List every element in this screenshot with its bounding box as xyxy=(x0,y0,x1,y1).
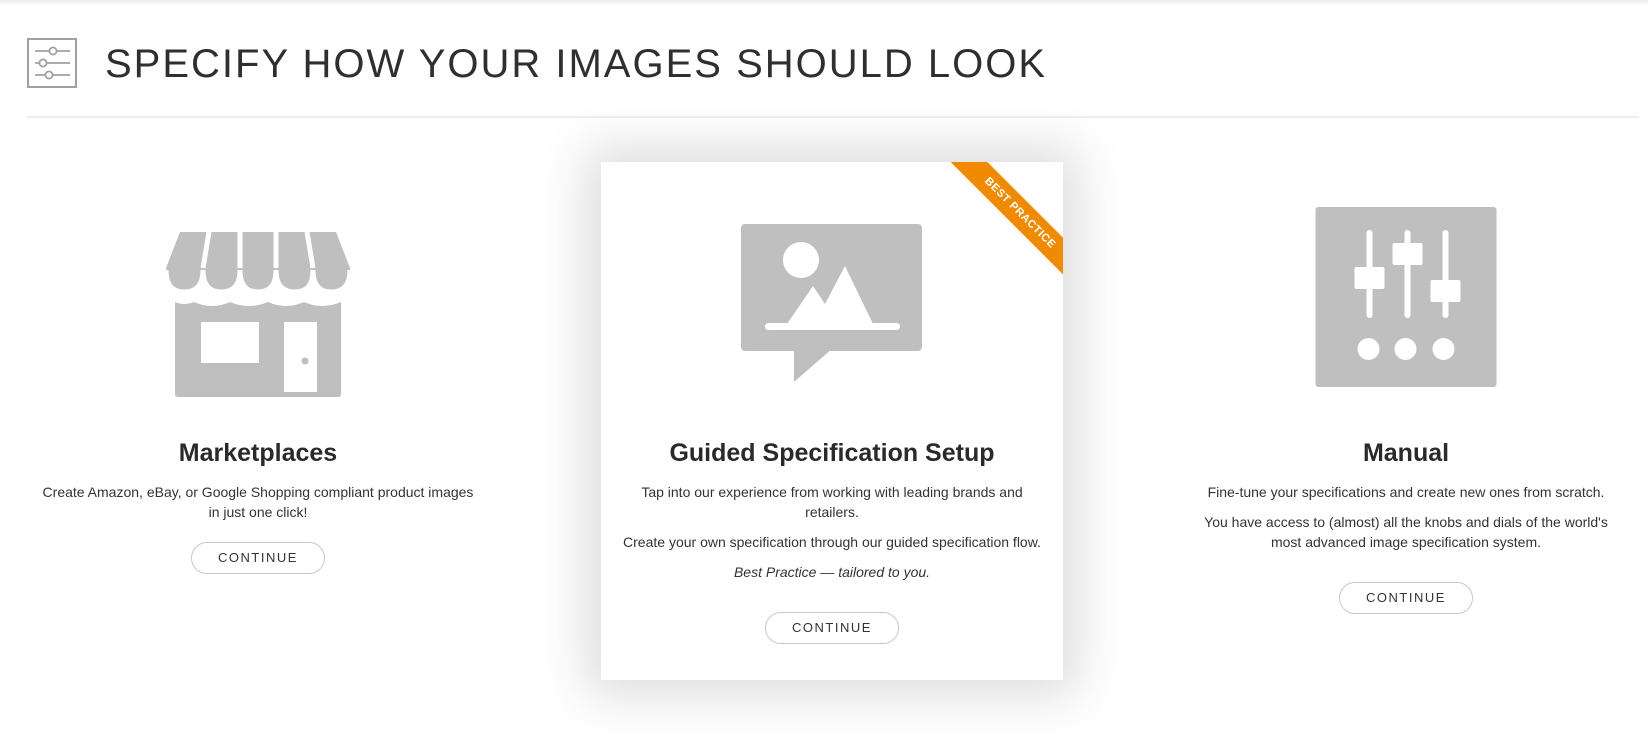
card-tagline: Best Practice — tailored to you. xyxy=(733,564,931,580)
mixer-sliders-icon xyxy=(1315,207,1497,387)
card-title: Manual xyxy=(1362,439,1450,467)
card-title: Marketplaces xyxy=(178,439,338,467)
card-description: Create your own specification through ou… xyxy=(623,534,1041,550)
card-description: Tap into our experience from working wit… xyxy=(641,484,1023,520)
marketplaces-continue-button[interactable]: CONTINUE xyxy=(191,542,325,574)
card-description: Create Amazon, eBay, or Google Shopping … xyxy=(42,484,474,520)
image-speech-icon xyxy=(741,224,922,382)
card-description: Fine-tune your specifications and create… xyxy=(1207,484,1605,500)
page-title: SPECIFY HOW YOUR IMAGES SHOULD LOOK xyxy=(105,42,1048,86)
card-description: You have access to (almost) all the knob… xyxy=(1204,514,1608,550)
page-header: SPECIFY HOW YOUR IMAGES SHOULD LOOK xyxy=(27,38,1639,118)
marketplaces-card: Marketplaces Create Amazon, eBay, or Goo… xyxy=(27,162,489,602)
top-shadow xyxy=(0,0,1648,6)
manual-card: Manual Fine-tune your specifications and… xyxy=(1175,162,1637,642)
guided-continue-button[interactable]: CONTINUE xyxy=(765,612,899,644)
best-practice-ribbon: BEST PRACTICE xyxy=(950,162,1063,283)
sliders-icon xyxy=(27,38,77,88)
guided-setup-card: BEST PRACTICE Guided Specification Setup… xyxy=(601,162,1063,680)
card-title: Guided Specification Setup xyxy=(669,439,995,467)
manual-continue-button[interactable]: CONTINUE xyxy=(1339,582,1473,614)
storefront-icon xyxy=(166,231,350,397)
